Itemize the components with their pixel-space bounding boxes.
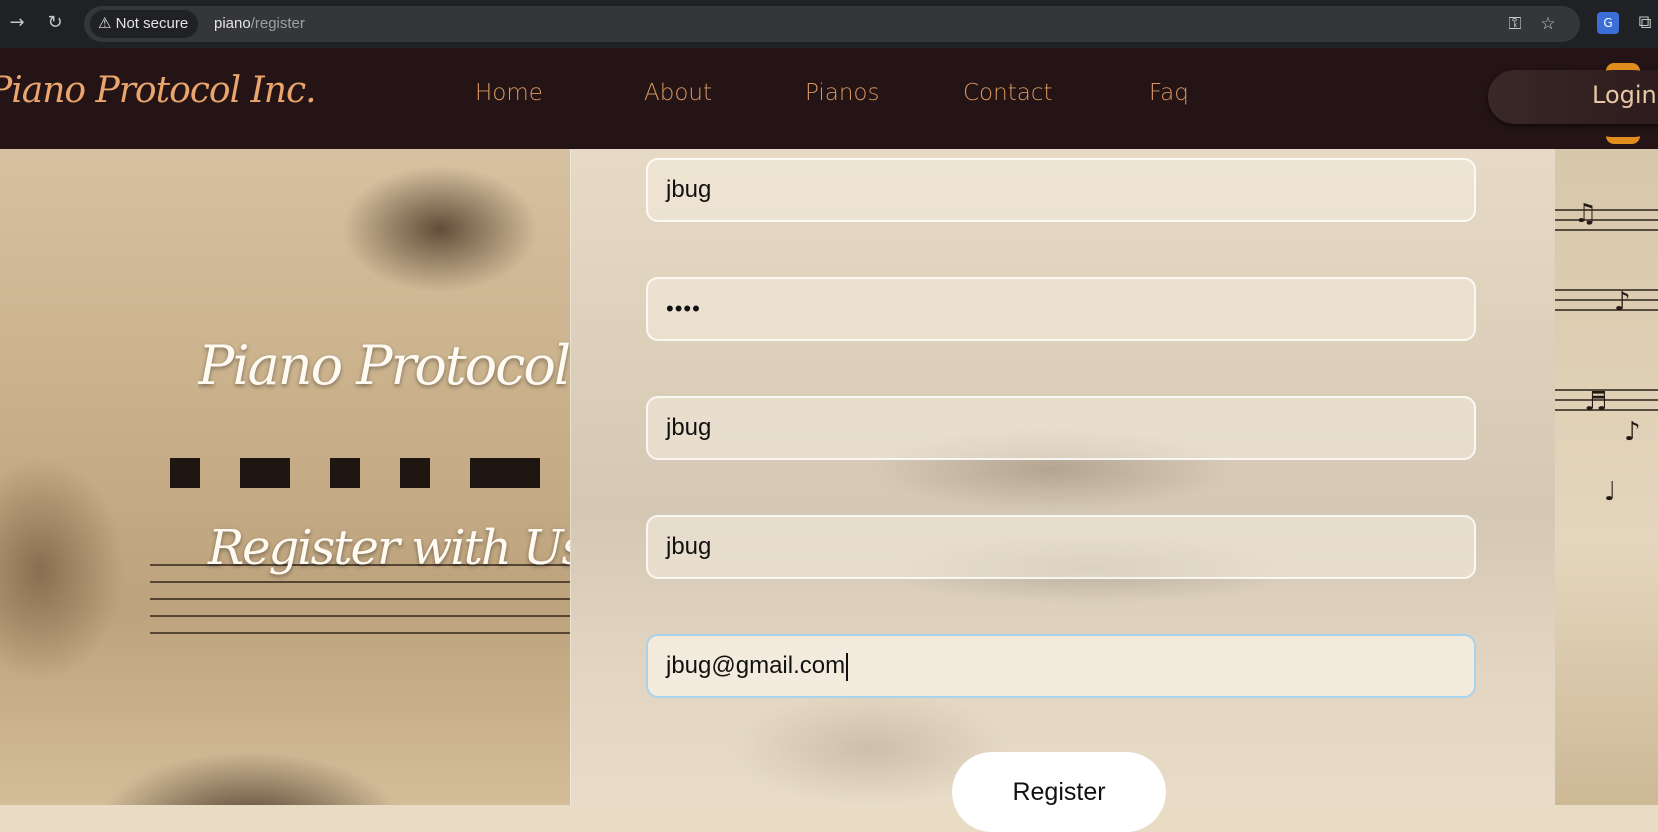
last-name-input[interactable]: jbug <box>646 515 1476 579</box>
username-input[interactable]: jbug <box>646 158 1476 222</box>
register-form-panel: jbug •••• jbug jbug jbug@gmail.com Regis… <box>570 149 1555 832</box>
password-input[interactable]: •••• <box>646 277 1476 341</box>
address-bar[interactable]: ⚠ Not secure piano/register ⚿ ☆ <box>84 6 1580 42</box>
extensions-icon[interactable]: ⧉ <box>1634 12 1656 34</box>
hero-title: Piano Protocol Inc <box>198 334 570 397</box>
email-value: jbug@gmail.com <box>666 652 846 679</box>
staff-line <box>1554 209 1658 211</box>
register-button[interactable]: Register <box>952 752 1166 832</box>
first-name-value: jbug <box>666 414 712 441</box>
url-path: /register <box>250 15 305 32</box>
staff-line <box>150 632 570 634</box>
warning-icon: ⚠ <box>98 15 112 32</box>
music-note-icon: ♫ <box>1574 199 1598 229</box>
music-note-icon: ♬ <box>1584 387 1608 417</box>
background-art-right: ♫ ♪ ♬ ♪ ♩ <box>1554 149 1658 805</box>
staff-line <box>1554 289 1658 291</box>
nav-home[interactable]: Home <box>475 80 543 106</box>
key-icon[interactable]: ⚿ <box>1504 13 1526 35</box>
last-name-value: jbug <box>666 533 712 560</box>
staff-line <box>150 598 570 600</box>
nav-pianos[interactable]: Pianos <box>805 80 879 106</box>
username-value: jbug <box>666 176 712 203</box>
reload-icon[interactable]: ↻ <box>44 12 66 34</box>
star-icon[interactable]: ☆ <box>1537 13 1559 35</box>
url-host: piano <box>214 15 251 32</box>
security-label: Not secure <box>115 15 189 32</box>
browser-toolbar: → ↻ ⚠ Not secure piano/register ⚿ ☆ G ⧉ <box>0 0 1658 48</box>
staff-line <box>1554 219 1658 221</box>
music-note-icon: ♩ <box>1604 477 1617 507</box>
security-chip[interactable]: ⚠ Not secure <box>90 10 199 38</box>
text-caret <box>846 652 849 681</box>
music-note-icon: ♪ <box>1614 287 1631 317</box>
nav-faq[interactable]: Faq <box>1149 80 1189 106</box>
nav-about[interactable]: About <box>644 80 712 106</box>
staff-line <box>1554 299 1658 301</box>
translate-icon[interactable]: G <box>1597 12 1619 34</box>
site-logo[interactable]: Piano Protocol Inc. <box>0 70 317 111</box>
hero-subtitle: Register with Us! <box>208 520 603 576</box>
piano-keys-decoration <box>170 458 570 494</box>
staff-line <box>150 581 570 583</box>
login-glow-decoration <box>1606 63 1640 144</box>
staff-line <box>150 615 570 617</box>
nav-contact[interactable]: Contact <box>963 80 1052 106</box>
register-label: Register <box>1012 778 1106 806</box>
password-value: •••• <box>666 296 701 321</box>
staff-line <box>1554 229 1658 231</box>
first-name-input[interactable]: jbug <box>646 396 1476 460</box>
url-text[interactable]: piano/register <box>214 6 305 42</box>
staff-line <box>1554 309 1658 311</box>
music-note-icon: ♪ <box>1624 417 1641 447</box>
forward-icon[interactable]: → <box>6 12 28 34</box>
email-input[interactable]: jbug@gmail.com <box>646 634 1476 698</box>
